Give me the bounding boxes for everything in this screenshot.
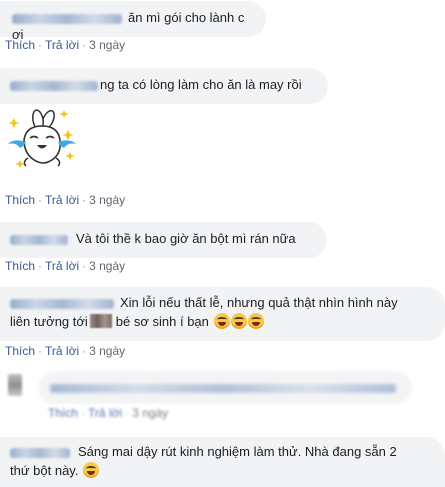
comment-text: Và tôi thề k bao giờ ăn bột mì rán nữa	[76, 231, 296, 246]
comment-text-line2b: bé sơ sinh í bạn	[115, 314, 209, 329]
blurred-username	[10, 234, 68, 245]
comment-text-line2: thứ bột này.	[10, 463, 79, 478]
like-link[interactable]: Thích	[5, 38, 35, 52]
comment-actions: Thích · Trả lời · 3 ngày	[5, 259, 126, 273]
comment-text: ng ta có lòng làm cho ăn là may rồi	[100, 77, 302, 92]
blurred-username	[10, 447, 70, 458]
like-link[interactable]: Thích	[5, 344, 35, 358]
reply-bubble	[38, 371, 412, 404]
laughing-emoji	[230, 313, 247, 329]
comment-bubble: ăn mì gói cho lành c ơi	[0, 1, 266, 42]
reply-link[interactable]: Trả lời	[45, 38, 79, 52]
reply-link[interactable]: Trả lời	[45, 259, 79, 273]
reply-actions: Thích · Trả lời · 3 ngày	[48, 406, 169, 420]
timestamp[interactable]: 3 ngày	[89, 344, 125, 358]
comment-bubble: Xin lỗi nếu thất lễ, nhưng quả thật nhìn…	[0, 287, 445, 341]
comment-bubble: Sáng mai dậy rút kinh nghiệm làm thử. Nh…	[0, 437, 445, 487]
comment-actions: Thích · Trả lời · 3 ngày	[5, 344, 126, 358]
like-link[interactable]: Thích	[5, 193, 35, 207]
comment-actions: Thích · Trả lời · 3 ngày	[5, 38, 126, 52]
reply-link[interactable]: Trả lời	[88, 406, 122, 420]
laughing-emoji	[83, 462, 100, 478]
comment-bubble: Và tôi thề k bao giờ ăn bột mì rán nữa	[0, 222, 327, 258]
comment-text-line1: Xin lỗi nếu thất lễ, nhưng quả thật nhìn…	[120, 295, 398, 310]
comment-actions: Thích · Trả lời · 3 ngày	[5, 193, 126, 207]
redacted-image	[89, 314, 112, 328]
reply-link[interactable]: Trả lời	[45, 344, 79, 358]
like-link[interactable]: Thích	[5, 259, 35, 273]
comment-bubble: ng ta có lòng làm cho ăn là may rồi	[0, 68, 328, 104]
laughing-emoji	[247, 313, 264, 329]
timestamp[interactable]: 3 ngày	[89, 259, 125, 273]
comment-text-line1: Sáng mai dậy rút kinh nghiệm làm thử. Nh…	[78, 444, 397, 459]
timestamp[interactable]: 3 ngày	[89, 193, 125, 207]
laughing-emoji	[213, 313, 230, 329]
like-link[interactable]: Thích	[48, 406, 78, 420]
rabbit-laughing-crying-sticker	[4, 108, 78, 170]
blurred-reply-text	[50, 384, 396, 394]
blurred-username	[12, 13, 122, 24]
reply-link[interactable]: Trả lời	[45, 193, 79, 207]
timestamp[interactable]: 3 ngày	[89, 38, 125, 52]
reply-avatar	[8, 374, 22, 396]
comment-text-line2a: liên tưởng tới	[10, 314, 88, 329]
sticker-icon	[8, 109, 76, 168]
blurred-username	[10, 80, 98, 91]
blurred-username	[10, 298, 114, 309]
timestamp[interactable]: 3 ngày	[132, 406, 168, 420]
